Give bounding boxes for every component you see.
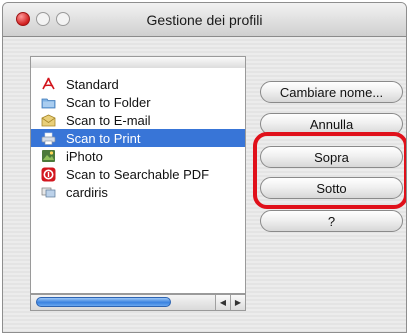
scroll-left-arrow-icon[interactable]: ◀	[215, 295, 230, 310]
profile-list[interactable]: Standard Scan to Folder Scan to E-mail S…	[30, 68, 246, 294]
iphoto-icon	[40, 149, 56, 163]
help-button[interactable]: ?	[260, 210, 403, 232]
title-bar: Gestione dei profili	[3, 3, 406, 37]
list-item-scan-to-searchable-pdf[interactable]: Scan to Searchable PDF	[31, 165, 245, 183]
list-item-label: Scan to E-mail	[66, 112, 151, 128]
list-item-label: cardiris	[66, 184, 108, 200]
list-item-label: Standard	[66, 76, 119, 92]
dialog-content: Standard Scan to Folder Scan to E-mail S…	[3, 37, 406, 332]
list-item-label: Scan to Print	[66, 130, 141, 146]
mail-icon	[40, 113, 56, 127]
list-item-cardiris[interactable]: cardiris	[31, 183, 245, 201]
rename-button[interactable]: Cambiare nome...	[260, 81, 403, 103]
printer-icon	[40, 131, 56, 145]
list-item-label: Scan to Folder	[66, 94, 151, 110]
highlight-annotation	[253, 132, 406, 209]
list-item-standard[interactable]: Standard	[31, 75, 245, 93]
scroll-right-arrow-icon[interactable]: ▶	[230, 295, 245, 310]
list-item-label: iPhoto	[66, 148, 103, 164]
adobe-pdf-icon	[40, 77, 56, 91]
window-title: Gestione dei profili	[146, 12, 263, 28]
cardiris-icon	[40, 185, 56, 199]
list-item-scan-to-folder[interactable]: Scan to Folder	[31, 93, 245, 111]
list-item-scan-to-print[interactable]: Scan to Print	[31, 129, 245, 147]
scrollbar-thumb[interactable]	[36, 297, 171, 307]
profile-manager-window: Gestione dei profili Standard Scan to Fo…	[2, 2, 407, 333]
list-item-iphoto[interactable]: iPhoto	[31, 147, 245, 165]
list-item-scan-to-email[interactable]: Scan to E-mail	[31, 111, 245, 129]
folder-icon	[40, 95, 56, 109]
list-item-label: Scan to Searchable PDF	[66, 166, 210, 182]
searchable-pdf-icon	[40, 167, 56, 181]
horizontal-scrollbar[interactable]: ◀ ▶	[30, 294, 246, 311]
